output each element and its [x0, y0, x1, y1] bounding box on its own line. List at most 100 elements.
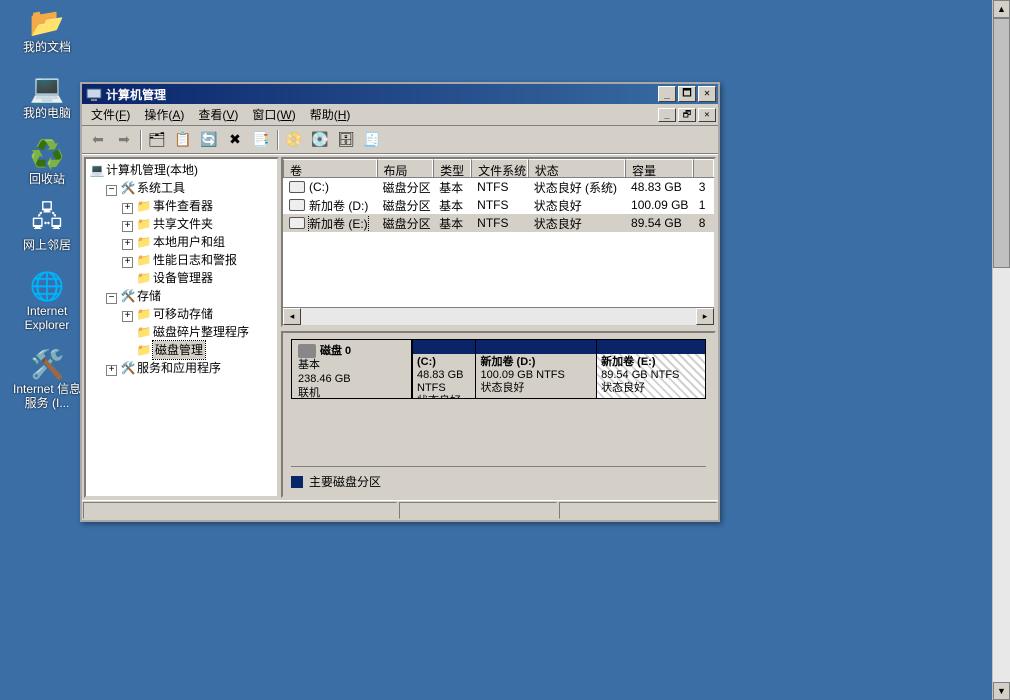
partition[interactable]: 新加卷 (E:)89.54 GB NTFS状态良好: [596, 340, 705, 398]
tree-node-shared-folders[interactable]: 📁共享文件夹: [137, 215, 213, 233]
partition-detail: 100.09 GB NTFS: [480, 369, 564, 381]
toolbar-up-button[interactable]: 🗂: [145, 129, 169, 151]
column-header-1[interactable]: 布局: [377, 159, 434, 177]
tree-node-local-users[interactable]: 📁本地用户和组: [137, 233, 225, 251]
volume-capacity: 48.83 GB: [625, 180, 693, 194]
tree-expander[interactable]: −: [106, 185, 117, 196]
internet-explorer-icon: 🌐: [31, 270, 63, 302]
menu-action[interactable]: 操作(A): [137, 104, 191, 125]
toolbar-disk-b-button[interactable]: 💽: [308, 129, 332, 151]
tree-node-storage[interactable]: 🛠️存储: [121, 287, 161, 305]
desktop-icon-iis[interactable]: 🛠️Internet 信息服务 (I...: [12, 348, 82, 410]
back-icon: ⬅: [92, 131, 104, 148]
tree-node-system-tools[interactable]: 🛠️系统工具: [121, 179, 185, 197]
tree-node-services-apps[interactable]: 🛠️服务和应用程序: [121, 359, 221, 377]
tree-node-device-manager[interactable]: 📁设备管理器: [137, 269, 213, 287]
disk-icon: [298, 344, 316, 358]
tree-expander[interactable]: +: [122, 203, 133, 214]
tree-expander[interactable]: +: [122, 311, 133, 322]
partition-header: [413, 340, 475, 354]
computer-icon: 💻: [90, 163, 104, 177]
toolbar-delete-button[interactable]: ✖: [223, 129, 247, 151]
desktop-icon-internet-explorer[interactable]: 🌐Internet Explorer: [12, 270, 82, 332]
horizontal-scrollbar[interactable]: ◂ ▸: [283, 307, 714, 325]
scroll-right-button[interactable]: ▸: [696, 308, 714, 325]
toolbar-back-button: ⬅: [86, 129, 110, 151]
menu-view[interactable]: 查看(V): [191, 104, 245, 125]
titlebar[interactable]: 计算机管理 _ 🗖 ✕: [82, 84, 718, 104]
volume-icon: [289, 217, 305, 229]
disk-info[interactable]: 磁盘 0基本238.46 GB联机: [292, 340, 412, 398]
tree-expander[interactable]: +: [106, 365, 117, 376]
disk-type: 基本: [298, 358, 405, 372]
volume-status: 状态良好: [528, 215, 625, 232]
tree-expander[interactable]: −: [106, 293, 117, 304]
desktop-icon-network-neighborhood[interactable]: 🖧网上邻居: [12, 204, 82, 252]
page-scrollbar[interactable]: ▲ ▼: [992, 0, 1010, 700]
volume-list[interactable]: 卷布局类型文件系统状态容量 (C:)磁盘分区基本NTFS状态良好 (系统)48.…: [281, 157, 716, 327]
desktop-icon-label: 我的电脑: [23, 106, 71, 120]
toolbar-disk-c-button[interactable]: 🗄: [334, 129, 358, 151]
column-header-6[interactable]: [693, 159, 714, 177]
minimize-button[interactable]: _: [658, 86, 676, 102]
tree-label: 性能日志和警报: [153, 251, 237, 269]
tree-node-perf-logs[interactable]: 📁性能日志和警报: [137, 251, 237, 269]
column-header-2[interactable]: 类型: [433, 159, 471, 177]
scroll-up-button[interactable]: ▲: [993, 0, 1010, 18]
volume-row[interactable]: (C:)磁盘分区基本NTFS状态良好 (系统)48.83 GB3: [283, 178, 714, 196]
tree-expander[interactable]: +: [122, 221, 133, 232]
toolbar-properties-button[interactable]: 📋: [171, 129, 195, 151]
close-button[interactable]: ✕: [698, 86, 716, 102]
mdi-restore-button[interactable]: 🗗: [678, 108, 696, 122]
toolbar-forward-button: ➡: [112, 129, 136, 151]
toolbar-settings-button[interactable]: 📑: [249, 129, 273, 151]
desktop-icon-my-documents[interactable]: 📂我的文档: [12, 6, 82, 54]
column-header-3[interactable]: 文件系统: [471, 159, 528, 177]
tree-root-node[interactable]: 💻计算机管理(本地): [90, 161, 198, 179]
column-header-4[interactable]: 状态: [528, 159, 625, 177]
disk-size: 238.46 GB: [298, 372, 405, 386]
volume-row[interactable]: 新加卷 (D:)磁盘分区基本NTFS状态良好100.09 GB1: [283, 196, 714, 214]
partition-label: (C:): [417, 356, 436, 368]
desktop-icon-my-computer[interactable]: 💻我的电脑: [12, 72, 82, 120]
toolbar-disk-d-button[interactable]: 🧾: [360, 129, 384, 151]
partition[interactable]: 新加卷 (D:)100.09 GB NTFS状态良好: [475, 340, 596, 398]
up-icon: 🗂: [148, 131, 166, 148]
scroll-down-button[interactable]: ▼: [993, 682, 1010, 700]
scroll-thumb[interactable]: [993, 18, 1010, 268]
mdi-close-button[interactable]: ✕: [698, 108, 716, 122]
partition-status: 状态良好: [601, 382, 645, 394]
column-header-5[interactable]: 容量: [625, 159, 693, 177]
volume-tail: 8: [693, 216, 714, 230]
tree-node-disk-management[interactable]: 📁磁盘管理: [137, 341, 205, 359]
tree-node-disk-defrag[interactable]: 📁磁盘碎片整理程序: [137, 323, 249, 341]
tree-expander[interactable]: +: [122, 239, 133, 250]
toolbar-disk-a-button[interactable]: 📀: [282, 129, 306, 151]
mdi-minimize-button[interactable]: _: [658, 108, 676, 122]
volume-row[interactable]: 新加卷 (E:)磁盘分区基本NTFS状态良好89.54 GB8: [283, 214, 714, 232]
tree-label: 设备管理器: [153, 269, 213, 287]
disk-row-disk0[interactable]: 磁盘 0基本238.46 GB联机(C:)48.83 GB NTFS状态良好 (…: [291, 339, 706, 399]
disk-a-icon: 📀: [285, 131, 302, 148]
volume-tail: 3: [693, 180, 714, 194]
disk-graphical-view[interactable]: 磁盘 0基本238.46 GB联机(C:)48.83 GB NTFS状态良好 (…: [281, 331, 716, 498]
scroll-track[interactable]: [301, 308, 696, 325]
menu-file[interactable]: 文件(F): [84, 104, 137, 125]
legend-swatch-primary: [291, 476, 303, 488]
tree-node-event-viewer[interactable]: 📁事件查看器: [137, 197, 213, 215]
menu-help[interactable]: 帮助(H): [303, 104, 358, 125]
scroll-left-button[interactable]: ◂: [283, 308, 301, 325]
partition-label: 新加卷 (E:): [601, 356, 655, 368]
tree-node-removable-storage[interactable]: 📁可移动存储: [137, 305, 213, 323]
list-header[interactable]: 卷布局类型文件系统状态容量: [283, 159, 714, 178]
desktop-icon-recycle-bin[interactable]: ♻️回收站: [12, 138, 82, 186]
toolbar-refresh-button[interactable]: 🔄: [197, 129, 221, 151]
column-header-0[interactable]: 卷: [283, 159, 377, 177]
maximize-button[interactable]: 🗖: [678, 86, 696, 102]
menu-window[interactable]: 窗口(W): [245, 104, 302, 125]
menubar: 文件(F)操作(A)查看(V)窗口(W)帮助(H) _ 🗗 ✕: [82, 104, 718, 126]
navigation-tree[interactable]: 💻计算机管理(本地)−🛠️系统工具+📁事件查看器+📁共享文件夹+📁本地用户和组+…: [84, 157, 279, 498]
tree-expander[interactable]: +: [122, 257, 133, 268]
volume-layout: 磁盘分区: [377, 197, 434, 214]
partition[interactable]: (C:)48.83 GB NTFS状态良好 (系统: [412, 340, 475, 398]
